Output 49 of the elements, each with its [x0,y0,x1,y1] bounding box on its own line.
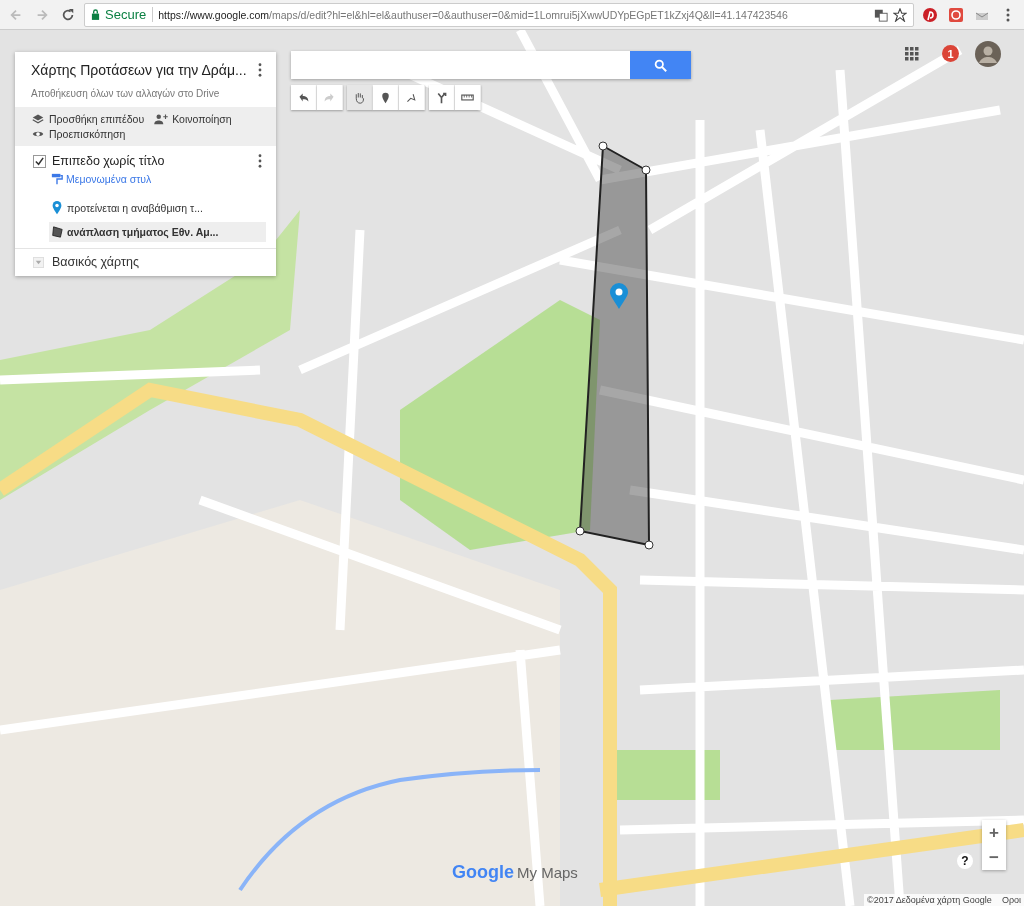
caret-icon [33,256,44,268]
redo-icon [323,91,336,104]
my-maps-logo: My Maps [517,864,578,881]
undo-tool-button[interactable] [291,85,317,110]
undo-icon [297,91,310,104]
share-action[interactable]: Κοινοποίηση [154,113,232,125]
zoom-in-button[interactable]: + [982,820,1006,845]
layer-checkbox[interactable] [33,154,46,168]
layer-name[interactable]: Επιπεδο χωρίς τίτλο [52,154,248,168]
paint-roller-icon [51,172,63,186]
secure-label: Secure [105,7,154,22]
directions-tool-button[interactable] [429,85,455,110]
lock-icon [91,9,100,20]
ruler-tool-button[interactable] [455,85,481,110]
hand-icon [353,91,366,104]
search-field[interactable] [291,51,691,79]
marker-icon [379,91,392,104]
map-marker-icon[interactable] [609,282,629,310]
layers-icon [31,113,45,125]
individual-styles-link[interactable]: Μεμονωμένα στυλ [66,173,152,185]
add-person-icon [154,113,169,125]
url-text: https://www.google.com/maps/d/edit?hl=el&hl=el&authuser=0&authuser=0&mid=1Lomrui5jXwwUDYpEGpET1kZxj4Q&ll=41.147423546 [158,8,789,21]
line-icon [405,91,418,104]
marker-icon [51,201,63,215]
reload-icon[interactable] [61,7,75,22]
search-button[interactable] [630,51,691,79]
translate-icon[interactable] [874,7,888,22]
star-icon[interactable] [893,7,907,22]
layers-action[interactable]: Προσθήκη επιπέδου [31,113,145,125]
marker-tool-button[interactable] [373,85,399,110]
apps-grid-icon[interactable] [905,47,919,61]
polygon-shape[interactable] [575,140,655,550]
ruler-icon [461,91,474,104]
feature-item[interactable]: προτείνεται η αναβάθμιση τ... [33,198,266,218]
avatar-icon[interactable] [975,41,1001,67]
terms-link[interactable]: Οροι [1001,895,1021,905]
directions-icon [435,91,448,104]
save-status-text: Αποθήκευση όλων των αλλαγών στο Drive [31,88,221,99]
map-title[interactable]: Χάρτης Προτάσεων για την Δράμ... [31,62,248,78]
search-icon [654,58,667,72]
google-logo: Google [452,862,514,883]
address-bar[interactable]: Secure https://www.google.com/maps/d/edit?hl=el&hl=el&authuser=0&authuser=0&mid=1Lomrui5jXwwUDYpEGpET1kZxj4Q&ll=41.147423546 [84,2,914,27]
attribution-text: ©2017 Δεδομένα χάρτη Google [867,895,992,905]
feature-item[interactable]: ανάπλαση τμήματος Εθν. Αμ... [49,222,266,242]
zoom-out-button[interactable]: − [982,845,1006,870]
polygon-icon [51,225,63,239]
base-map-item[interactable]: Βασικός χάρτης [15,249,276,276]
hand-tool-button[interactable] [347,85,373,110]
preview-action[interactable]: Προεπισκόπηση [31,128,126,140]
